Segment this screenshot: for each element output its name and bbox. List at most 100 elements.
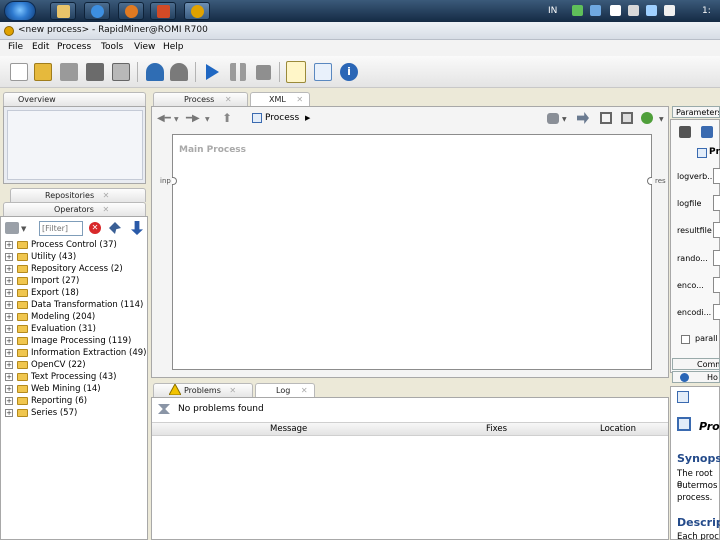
tab-comment[interactable]: Comm	[672, 358, 720, 370]
save-icon[interactable]	[60, 63, 78, 81]
plugin-icon[interactable]	[641, 112, 653, 124]
rapidminer-taskbar-button[interactable]	[184, 2, 210, 20]
overview-panel[interactable]	[3, 106, 146, 184]
close-icon[interactable]: ✕	[225, 95, 232, 104]
menu-edit[interactable]: Edit	[32, 42, 49, 52]
device-tray-icon[interactable]	[590, 5, 601, 16]
expert-mode-icon[interactable]	[701, 126, 713, 138]
expand-icon[interactable]: +	[5, 325, 13, 333]
close-icon[interactable]: ✕	[229, 386, 236, 395]
close-icon[interactable]: ✕	[301, 386, 308, 395]
expand-icon[interactable]: +	[5, 337, 13, 345]
tab-xml[interactable]: XML ✕	[250, 92, 310, 106]
close-icon[interactable]: ✕	[103, 205, 110, 214]
export-icon[interactable]	[112, 63, 130, 81]
tree-item-label: Import (27)	[31, 276, 80, 286]
close-icon[interactable]: ✕	[103, 191, 110, 200]
menu-help[interactable]: Help	[163, 42, 184, 52]
fit-icon[interactable]	[600, 112, 612, 124]
menu-file[interactable]: File	[8, 42, 23, 52]
clear-filter-icon[interactable]: ✕	[89, 222, 101, 234]
expand-icon[interactable]: +	[5, 349, 13, 357]
expand-icon[interactable]: +	[5, 277, 13, 285]
param-resultfile-field[interactable]	[713, 222, 720, 238]
expand-icon[interactable]: +	[5, 385, 13, 393]
result-icon[interactable]	[286, 61, 306, 83]
ie-taskbar-button[interactable]	[84, 2, 110, 20]
chevron-down-icon[interactable]: ▼	[174, 116, 179, 123]
expand-icon[interactable]: +	[5, 409, 13, 417]
clock[interactable]: 1:	[702, 4, 711, 18]
expand-icon[interactable]: +	[5, 361, 13, 369]
param-logverbosity-field[interactable]	[713, 168, 720, 184]
battery-tray-icon[interactable]	[628, 5, 639, 16]
expand-icon[interactable]: +	[5, 373, 13, 381]
save-as-icon[interactable]	[86, 63, 104, 81]
column-location[interactable]: Location	[600, 424, 636, 434]
tab-problems[interactable]: Problems ✕	[153, 383, 253, 397]
output-port[interactable]	[647, 177, 652, 185]
volume-tray-icon[interactable]	[664, 5, 675, 16]
pin-icon[interactable]	[109, 222, 121, 234]
tab-overview[interactable]: Overview	[3, 92, 146, 106]
open-icon[interactable]	[34, 63, 52, 81]
arrange-icon[interactable]	[577, 112, 589, 124]
expand-icon[interactable]: +	[5, 265, 13, 273]
redo-icon[interactable]	[170, 63, 188, 81]
up-icon[interactable]: ⬆	[222, 111, 232, 125]
param-send-mail-field[interactable]	[713, 277, 720, 293]
close-icon[interactable]: ✕	[296, 95, 303, 104]
undo-icon[interactable]	[146, 63, 164, 81]
sort-icon[interactable]	[131, 221, 143, 235]
param-random-seed-field[interactable]	[713, 250, 720, 266]
firefox-taskbar-button[interactable]	[118, 2, 144, 20]
menu-view[interactable]: View	[134, 42, 155, 52]
chevron-down-icon[interactable]: ▼	[205, 116, 210, 123]
explorer-taskbar-button[interactable]	[50, 2, 76, 20]
tab-log[interactable]: Log ✕	[255, 383, 315, 397]
chevron-down-icon[interactable]: ▼	[562, 116, 567, 123]
operator-menu-icon[interactable]	[5, 222, 19, 234]
expand-icon[interactable]: +	[5, 289, 13, 297]
tab-repositories[interactable]: Repositories ✕	[10, 188, 146, 202]
run-icon[interactable]	[204, 63, 220, 81]
expand-icon[interactable]: +	[5, 253, 13, 261]
powerpoint-taskbar-button[interactable]	[150, 2, 176, 20]
auto-wire-icon[interactable]	[547, 113, 559, 124]
pause-icon[interactable]	[230, 63, 246, 81]
column-message[interactable]: Message	[270, 424, 307, 434]
menu-tools[interactable]: Tools	[101, 42, 123, 52]
chevron-down-icon[interactable]: ▼	[21, 225, 26, 233]
menu-process[interactable]: Process	[57, 42, 91, 52]
zoom-icon[interactable]	[621, 112, 633, 124]
operator-filter-input[interactable]	[39, 221, 83, 236]
back-icon[interactable]: ◀━	[157, 113, 171, 124]
expand-icon[interactable]: +	[5, 241, 13, 249]
quick-fix-icon[interactable]	[158, 404, 170, 414]
forward-icon[interactable]: ━▶	[186, 113, 200, 124]
parallelize-checkbox[interactable]	[681, 335, 690, 344]
expand-icon[interactable]: +	[5, 301, 13, 309]
perspective-icon[interactable]	[314, 63, 332, 81]
network-tray-icon[interactable]	[572, 5, 583, 16]
breadcrumb[interactable]: Process	[265, 113, 299, 123]
chevron-right-icon[interactable]: ▶	[305, 114, 310, 122]
stop-icon[interactable]	[256, 65, 271, 80]
new-icon[interactable]	[10, 63, 28, 81]
language-indicator[interactable]: IN	[548, 4, 557, 18]
start-button[interactable]	[4, 1, 36, 21]
chevron-down-icon[interactable]: ▼	[659, 116, 664, 123]
column-fixes[interactable]: Fixes	[486, 424, 507, 434]
wifi-tray-icon[interactable]	[646, 5, 657, 16]
param-encoding-field[interactable]	[713, 304, 720, 320]
process-canvas[interactable]: Main Process	[172, 134, 652, 370]
tab-parameters[interactable]: Parameters	[672, 106, 720, 118]
tab-process[interactable]: Process ✕	[153, 92, 248, 106]
tab-operators[interactable]: Operators ✕	[3, 202, 146, 216]
expand-icon[interactable]: +	[5, 397, 13, 405]
operator-icon[interactable]	[679, 126, 691, 138]
param-logfile-field[interactable]	[713, 195, 720, 211]
expand-icon[interactable]: +	[5, 313, 13, 321]
info-icon[interactable]: i	[340, 63, 358, 81]
flag-tray-icon[interactable]	[610, 5, 621, 16]
